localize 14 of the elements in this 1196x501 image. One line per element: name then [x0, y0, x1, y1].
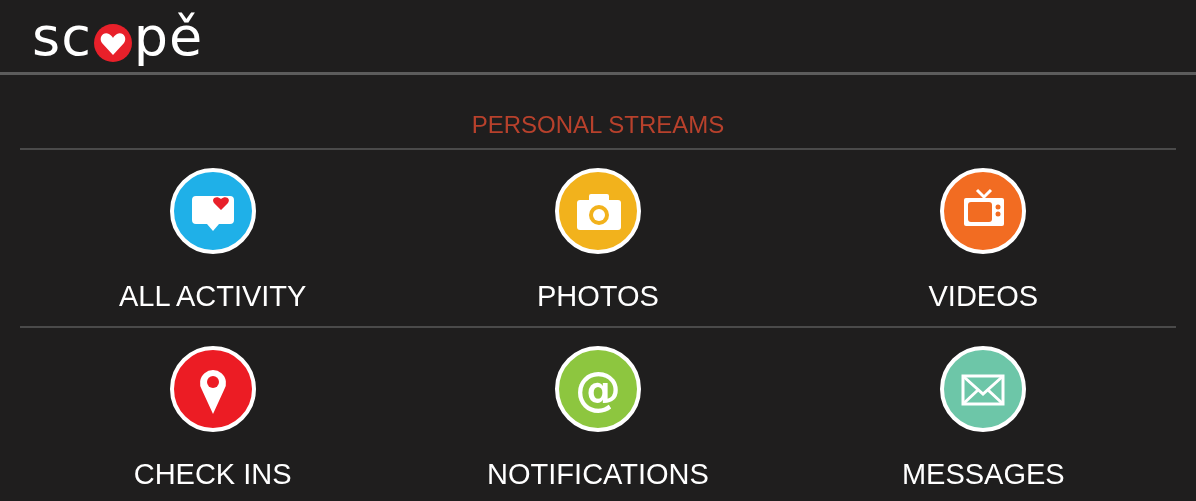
camera-icon[interactable]: [555, 168, 641, 254]
location-pin-icon[interactable]: [169, 346, 256, 432]
tv-icon[interactable]: [940, 168, 1027, 254]
stream-label[interactable]: VIDEOS: [928, 282, 1039, 311]
stream-label[interactable]: ALL ACTIVITY: [118, 282, 307, 311]
envelope-icon[interactable]: [940, 346, 1027, 432]
section-title: PERSONAL STREAMS: [470, 110, 726, 140]
logo-text: sc: [32, 10, 92, 64]
stream-label[interactable]: NOTIFICATIONS: [487, 460, 709, 489]
stream-label[interactable]: CHECK INS: [133, 460, 292, 489]
stream-label[interactable]: PHOTOS: [537, 282, 659, 311]
heart-logo-icon: [93, 24, 132, 62]
logo-text: pě: [133, 10, 204, 64]
stream-label[interactable]: MESSAGES: [901, 460, 1065, 489]
